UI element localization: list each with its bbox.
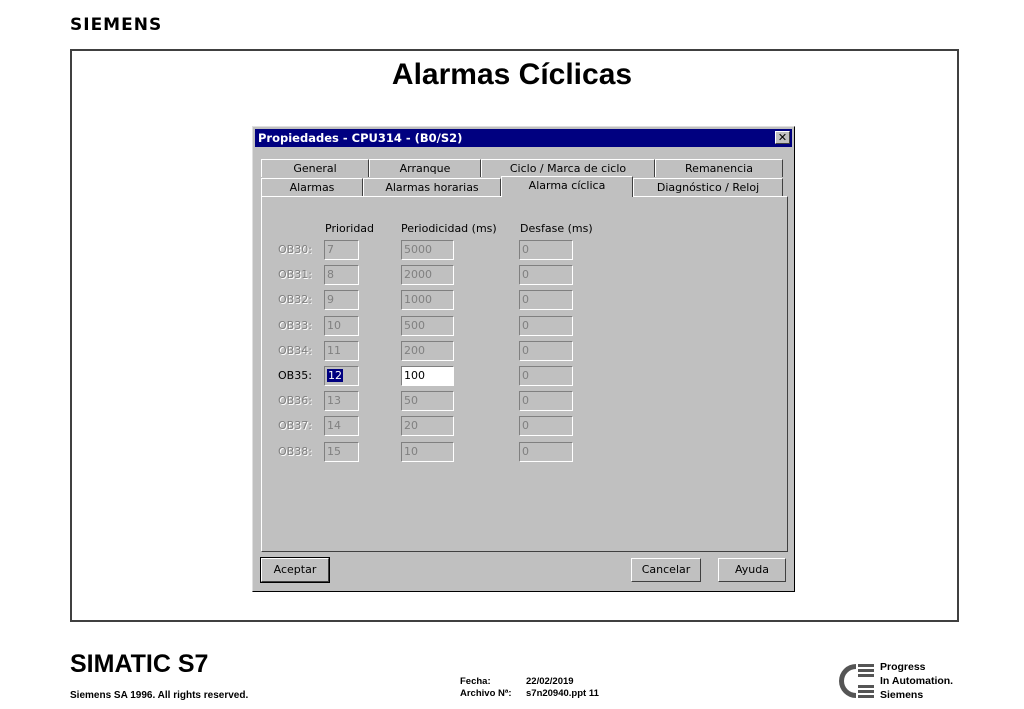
product-title: SIMATIC S7 [70, 650, 209, 678]
offset-field: 0 [519, 416, 573, 437]
period-value: 10 [404, 444, 418, 458]
priority-value: 13 [327, 394, 341, 408]
priority-field: 10 [324, 315, 359, 336]
period-field: 10 [401, 441, 454, 462]
slogan: Progress In Automation. Siemens [880, 660, 953, 702]
offset-field: 0 [519, 391, 573, 412]
period-value: 2000 [404, 268, 432, 282]
period-value: 5000 [404, 243, 432, 256]
period-field: 1000 [401, 290, 454, 311]
copyright: Siemens SA 1996. All rights reserved. [70, 690, 249, 701]
period-field: 2000 [401, 265, 454, 286]
period-field[interactable]: 100 [401, 366, 454, 386]
priority-header: Prioridad [325, 222, 375, 235]
date-value: 22/02/2019 [526, 676, 574, 687]
priority-field: 14 [324, 416, 359, 437]
period-value: 1000 [404, 293, 432, 307]
slogan-line-3: Siemens [880, 689, 924, 701]
offset-field: 0 [519, 315, 573, 336]
period-field: 500 [401, 315, 454, 336]
tab-general[interactable]: General [261, 159, 369, 177]
tab-remanencia[interactable]: Remanencia [655, 159, 783, 177]
offset-value: 0 [522, 444, 529, 458]
tab-alarma-ciclica[interactable]: Alarma cíclica [501, 176, 633, 197]
properties-dialog: Propiedades - CPU314 - (B0/S2) ✕ General… [252, 126, 795, 592]
priority-field[interactable]: 12 [324, 366, 359, 386]
date-label: Fecha: [460, 676, 491, 687]
offset-value: 0 [522, 318, 529, 332]
ob-label: OB31: [278, 268, 312, 282]
ob-label: OB38: [278, 444, 312, 458]
period-value: 50 [404, 394, 418, 408]
tab-arranque[interactable]: Arranque [369, 159, 481, 177]
priority-field: 13 [324, 391, 359, 412]
offset-value: 0 [522, 293, 529, 307]
ob-label: OB36: [278, 394, 312, 408]
offset-field: 0 [519, 366, 573, 386]
period-field: 20 [401, 416, 454, 437]
file-value: s7n20940.ppt 11 [526, 688, 599, 699]
offset-field: 0 [519, 240, 573, 260]
offset-value: 0 [522, 419, 529, 433]
offset-value: 0 [522, 343, 529, 357]
offset-value: 0 [522, 394, 529, 408]
offset-value: 0 [522, 243, 529, 256]
priority-value: 14 [327, 419, 341, 433]
siemens-brand: SIEMENS [70, 15, 163, 35]
priority-field: 9 [324, 290, 359, 311]
period-field: 5000 [401, 240, 454, 260]
period-value: 200 [404, 343, 425, 357]
offset-field: 0 [519, 290, 573, 311]
ob-label: OB37: [278, 419, 312, 433]
tab-alarmas-horarias[interactable]: Alarmas horarias [363, 178, 501, 196]
slogan-line-1: Progress [880, 661, 926, 673]
cancel-button[interactable]: Cancelar [631, 558, 701, 582]
priority-value: 12 [327, 369, 343, 382]
ob-label: OB35: [278, 369, 312, 382]
priority-value: 15 [327, 444, 341, 458]
tab-ciclo-marca[interactable]: Ciclo / Marca de ciclo [481, 159, 655, 177]
dialog-titlebar[interactable]: Propiedades - CPU314 - (B0/S2) ✕ [255, 129, 792, 147]
period-header: Periodicidad (ms) [401, 222, 497, 235]
tab-diagnostico-reloj[interactable]: Diagnóstico / Reloj [633, 178, 783, 196]
priority-field: 15 [324, 441, 359, 462]
offset-value: 0 [522, 369, 529, 382]
slide-title: Alarmas Cíclicas [391, 58, 633, 91]
period-value: 100 [404, 369, 425, 382]
help-button[interactable]: Ayuda [718, 558, 786, 582]
priority-value: 8 [327, 268, 334, 282]
offset-header: Desfase (ms) [520, 222, 593, 235]
period-field: 50 [401, 391, 454, 412]
priority-value: 10 [327, 318, 341, 332]
siemens-logo-icon [836, 662, 874, 700]
offset-field: 0 [519, 340, 573, 361]
priority-field: 8 [324, 265, 359, 286]
accept-button[interactable]: Aceptar [260, 557, 330, 583]
priority-value: 9 [327, 293, 334, 307]
period-value: 500 [404, 318, 425, 332]
priority-value: 11 [327, 343, 341, 357]
tab-alarmas[interactable]: Alarmas [261, 178, 363, 196]
close-icon[interactable]: ✕ [775, 131, 790, 144]
ob-label: OB30: [278, 243, 312, 256]
period-value: 20 [404, 419, 418, 433]
priority-value: 7 [327, 243, 334, 256]
priority-field: 7 [324, 240, 359, 260]
dialog-title: Propiedades - CPU314 - (B0/S2) [258, 131, 463, 145]
slogan-line-2: In Automation. [880, 675, 954, 687]
file-label: Archivo Nª: [460, 688, 512, 699]
ob-label: OB33: [278, 318, 312, 332]
ob-label: OB32: [278, 293, 312, 307]
offset-field: 0 [519, 265, 573, 286]
ob-label: OB34: [278, 343, 312, 357]
offset-value: 0 [522, 268, 529, 282]
offset-field: 0 [519, 441, 573, 462]
period-field: 200 [401, 340, 454, 361]
priority-field: 11 [324, 340, 359, 361]
